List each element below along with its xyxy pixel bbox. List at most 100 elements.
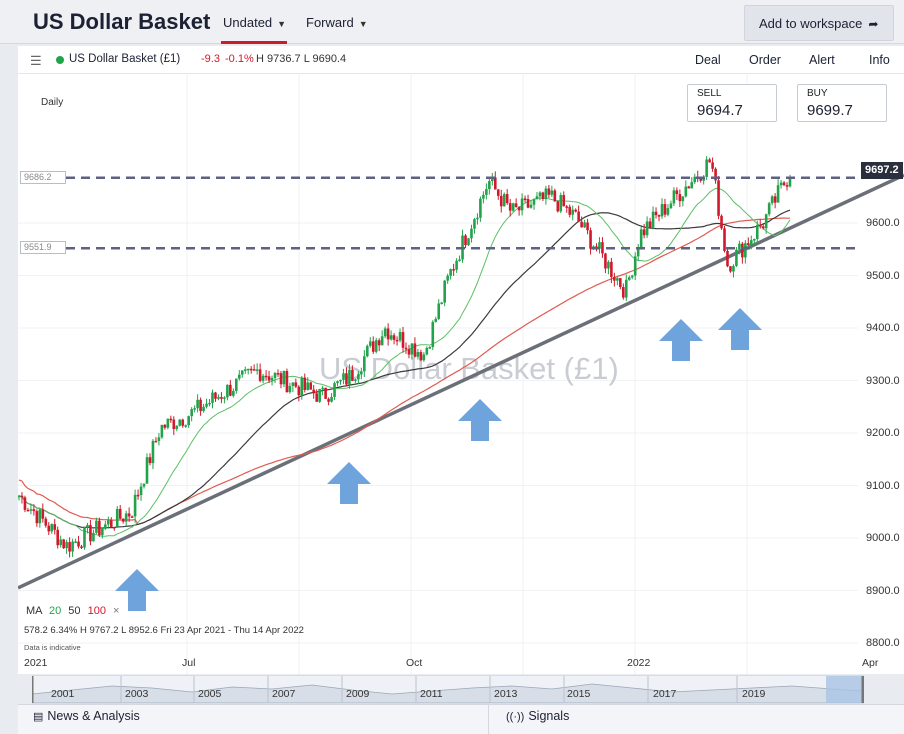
candle-body — [755, 224, 759, 239]
candle-body — [374, 340, 378, 352]
candle-body — [339, 379, 342, 382]
candle-body — [678, 194, 682, 202]
candle-body — [493, 177, 497, 190]
high-low: H 9736.7 L 9690.4 — [256, 53, 347, 65]
candle-body — [541, 192, 545, 200]
top-bar: US Dollar Basket Undated ▼ Forward ▼ Add t… — [0, 0, 904, 44]
news-icon: ▤ — [33, 711, 44, 723]
candle-body — [651, 211, 655, 228]
candle-body — [505, 194, 509, 204]
nav-year: 2005 — [198, 688, 222, 700]
menu-icon[interactable]: ☰ — [30, 53, 42, 69]
hline-label-lower: 9551.9 — [20, 241, 66, 254]
candle-body — [223, 397, 226, 399]
time-navigator[interactable] — [32, 675, 864, 704]
candle-body — [434, 318, 438, 322]
ma-20-label[interactable]: 20 — [49, 605, 61, 617]
chart-area[interactable]: US Dollar Basket (£1) — [18, 74, 904, 674]
candle-body — [514, 203, 518, 207]
candle-body — [583, 222, 586, 228]
candle-body — [368, 341, 372, 346]
candle-body — [758, 224, 762, 227]
info-button[interactable]: Info — [869, 53, 890, 67]
ma-50-label[interactable]: 50 — [68, 605, 80, 617]
instrument-name: US Dollar Basket (£1) — [69, 53, 181, 65]
market-open-indicator — [56, 56, 64, 64]
nav-year: 2009 — [346, 688, 370, 700]
nav-year: 2019 — [742, 688, 766, 700]
buy-label: BUY — [807, 88, 828, 99]
alert-button[interactable]: Alert — [809, 53, 835, 67]
candle-body — [431, 321, 435, 348]
x-tick: 2021 — [24, 657, 48, 669]
range-stats: 578.2 6.34% H 9767.2 L 8952.6 Fri 23 Apr… — [24, 625, 304, 636]
candle-body — [729, 266, 732, 272]
candle-body — [544, 188, 548, 200]
candle-body — [529, 204, 533, 208]
candle-body — [705, 159, 708, 177]
candle-body — [205, 403, 208, 407]
tab-forward[interactable]: Forward ▼ — [306, 15, 368, 30]
candle-body — [229, 384, 232, 396]
candle-body — [148, 457, 152, 464]
candle-body — [172, 419, 176, 430]
ma-100-label[interactable]: 100 — [88, 605, 106, 617]
candle-body — [398, 332, 402, 341]
candle-body — [488, 181, 491, 190]
order-button[interactable]: Order — [749, 53, 781, 67]
candle-body — [121, 518, 125, 522]
candle-body — [693, 176, 697, 183]
add-to-workspace-button[interactable]: Add to workspace ➦ — [744, 5, 894, 41]
candle-body — [437, 303, 441, 319]
sell-box[interactable]: SELL 9694.7 — [687, 84, 777, 122]
candle-body — [648, 221, 652, 228]
candle-body — [169, 418, 173, 421]
candle-body — [327, 398, 330, 402]
candle-body — [392, 335, 396, 340]
candle-body — [136, 494, 140, 497]
candle-body — [41, 509, 45, 519]
candle-body — [291, 382, 295, 386]
candle-body — [255, 369, 259, 371]
candle-body — [318, 388, 321, 402]
candle-body — [589, 230, 592, 249]
candle-body — [407, 349, 411, 355]
candle-body — [59, 539, 62, 546]
signals-tab[interactable]: ((·)) Signals — [506, 709, 569, 723]
candle-body — [580, 221, 583, 228]
candle-body — [35, 511, 39, 524]
y-tick: 9200.0 — [866, 427, 900, 439]
bottom-bar — [18, 704, 904, 734]
candle-body — [77, 541, 80, 547]
news-analysis-tab[interactable]: ▤ News & Analysis — [33, 709, 140, 723]
candle-body — [187, 416, 190, 426]
candle-body — [294, 382, 298, 387]
candle-body — [672, 190, 676, 204]
tab-undated[interactable]: Undated ▼ — [223, 15, 286, 30]
candle-body — [65, 542, 68, 549]
candle-body — [38, 509, 42, 524]
tab-undated-label: Undated — [223, 15, 273, 30]
ma-prefix: MA — [26, 605, 42, 617]
candle-body — [166, 418, 170, 428]
candle-body — [526, 198, 530, 208]
y-tick: 9600.0 — [866, 217, 900, 229]
candle-body — [738, 243, 741, 250]
candle-body — [246, 368, 250, 371]
candle-body — [220, 397, 223, 399]
candle-body — [663, 204, 667, 215]
candle-body — [613, 276, 616, 281]
candle-body — [62, 539, 65, 549]
candle-body — [235, 378, 238, 391]
price-chart[interactable]: US Dollar Basket (£1) — [18, 74, 904, 674]
candle-body — [181, 419, 185, 426]
close-icon[interactable]: × — [113, 605, 119, 617]
candle-body — [74, 541, 77, 544]
buy-box[interactable]: BUY 9699.7 — [797, 84, 887, 122]
candle-body — [300, 377, 304, 396]
candle-body — [508, 203, 512, 211]
deal-button[interactable]: Deal — [695, 53, 721, 67]
active-tab-indicator — [221, 41, 287, 44]
x-tick: Oct — [406, 657, 423, 669]
candle-body — [127, 513, 131, 517]
